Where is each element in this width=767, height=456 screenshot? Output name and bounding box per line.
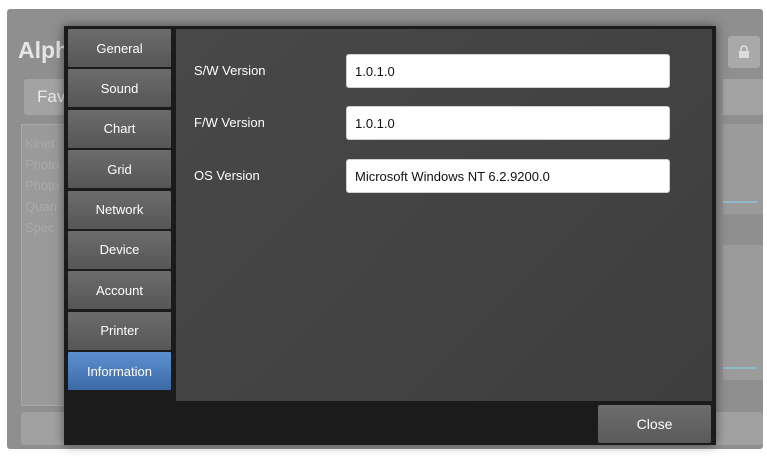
background-divider: [723, 201, 757, 203]
sidebar-item-label: Sound: [100, 80, 139, 96]
sidebar-item-label: Network: [95, 202, 144, 218]
sidebar-item-label: Information: [86, 363, 153, 379]
sidebar-item-sound[interactable]: Sound: [68, 69, 171, 108]
background-divider: [723, 367, 757, 369]
list-item: Quan: [25, 199, 57, 214]
settings-dialog: General Sound Chart Grid Network Device …: [64, 26, 716, 445]
close-button[interactable]: Close: [598, 405, 711, 443]
list-item: Spec: [25, 220, 55, 235]
sidebar-item-label: Account: [96, 282, 143, 298]
list-item: Photo: [25, 178, 59, 193]
sw-version-label: S/W Version: [194, 63, 266, 78]
list-item: Photo: [25, 157, 59, 172]
sidebar-item-network[interactable]: Network: [68, 190, 171, 229]
sidebar-item-general[interactable]: General: [68, 29, 171, 67]
background-list: Kinet Photo Photo Quan Spec: [25, 133, 59, 238]
sidebar-item-information[interactable]: Information: [68, 352, 171, 391]
sidebar-item-grid[interactable]: Grid: [68, 150, 171, 189]
fw-version-field[interactable]: 1.0.1.0: [346, 106, 670, 140]
os-version-field[interactable]: Microsoft Windows NT 6.2.9200.0: [346, 159, 670, 193]
sidebar-item-chart[interactable]: Chart: [68, 109, 171, 148]
list-item: Kinet: [25, 136, 55, 151]
settings-sidebar: General Sound Chart Grid Network Device …: [68, 29, 176, 393]
sidebar-item-label: General: [96, 40, 143, 56]
sidebar-item-label: Chart: [103, 121, 136, 137]
background-tab-right: [723, 79, 763, 115]
background-panel-right-lower: [723, 245, 763, 380]
favorites-tab-label: Fav: [37, 87, 66, 106]
os-version-label: OS Version: [194, 168, 260, 183]
lock-icon[interactable]: [728, 36, 760, 68]
app-title: Alph: [18, 37, 70, 63]
fw-version-label: F/W Version: [194, 115, 265, 130]
sidebar-item-label: Grid: [107, 161, 132, 177]
sidebar-item-label: Printer: [100, 323, 139, 339]
sidebar-item-label: Device: [99, 242, 140, 258]
sidebar-item-device[interactable]: Device: [68, 230, 171, 269]
sidebar-item-printer[interactable]: Printer: [68, 311, 171, 350]
sw-version-field[interactable]: 1.0.1.0: [346, 54, 670, 88]
information-panel: S/W Version 1.0.1.0 F/W Version 1.0.1.0 …: [176, 29, 712, 401]
sidebar-item-account[interactable]: Account: [68, 271, 171, 310]
